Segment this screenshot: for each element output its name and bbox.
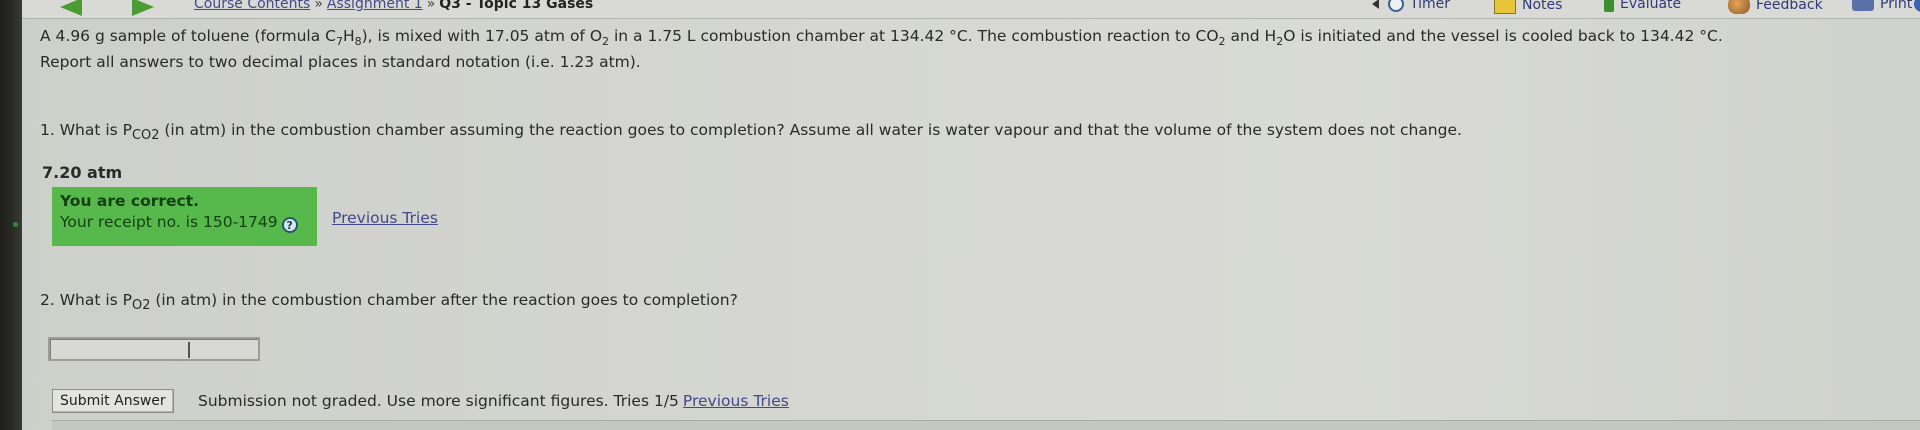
info-button[interactable]: In (1914, 0, 1920, 12)
back-arrow-icon[interactable] (60, 0, 82, 16)
problem-instructions: Report all answers to two decimal places… (40, 53, 641, 72)
submission-status-text: Submission not graded. Use more signific… (198, 392, 609, 410)
correct-feedback-box: You are correct. Your receipt no. is 150… (52, 187, 317, 246)
collapse-triangle-icon[interactable] (1372, 0, 1379, 9)
breadcrumb-course-contents[interactable]: Course Contents (194, 0, 310, 12)
question-text: 1. What is P (40, 121, 133, 139)
question-2-previous-tries-link[interactable]: Previous Tries (683, 392, 789, 410)
text-cursor (188, 342, 190, 358)
evaluate-icon (1604, 0, 1614, 12)
breadcrumb: Course Contents» Assignment 1» Q3 - Topic … (194, 0, 593, 12)
problem-statement: A 4.96 g sample of toluene (formula C7H8… (40, 26, 1900, 72)
question-text: (in atm) in the combustion chamber after… (150, 291, 738, 309)
screen-left-edge (0, 0, 22, 430)
submit-answer-button[interactable]: Submit Answer (52, 389, 174, 413)
printer-icon (1852, 0, 1874, 11)
question-2-answer-input[interactable] (48, 337, 260, 361)
question-1-answer: 7.20 atm (42, 163, 123, 182)
breadcrumb-assignment[interactable]: Assignment 1 (327, 0, 423, 12)
evaluate-button[interactable]: Evaluate (1604, 0, 1681, 12)
feedback-label: Feedback (1756, 0, 1823, 13)
print-button[interactable]: Print (1852, 0, 1912, 12)
breadcrumb-separator: » (314, 0, 323, 12)
question-1-text: 1. What is PCO2 (in atm) in the combusti… (40, 121, 1462, 143)
question-text: (in atm) in the combustion chamber assum… (159, 121, 1462, 139)
clock-icon (1388, 0, 1404, 12)
problem-text: in a 1.75 L combustion chamber at 134.42… (609, 27, 1219, 45)
problem-text: ), is mixed with 17.05 atm of O (361, 27, 603, 45)
next-section-divider (52, 420, 1920, 430)
notes-label: Notes (1522, 0, 1563, 13)
info-icon (1914, 0, 1920, 12)
timer-label: Timer (1410, 0, 1451, 12)
help-icon[interactable]: ? (281, 217, 298, 233)
page: Course Contents» Assignment 1» Q3 - Topic … (0, 0, 1920, 430)
breadcrumb-separator: » (426, 0, 436, 12)
print-label: Print (1880, 0, 1913, 12)
problem-text: and H (1225, 27, 1277, 45)
indicator-dot (13, 222, 18, 227)
question-1-previous-tries-link[interactable]: Previous Tries (332, 209, 438, 227)
problem-text: O is initiated and the vessel is cooled … (1283, 27, 1723, 45)
question-2-text: 2. What is PO2 (in atm) in the combustio… (40, 291, 738, 313)
feedback-button[interactable]: Feedback (1728, 0, 1823, 14)
receipt-text: Your receipt no. is 150-1749 (60, 213, 278, 231)
subscript: 7 (335, 35, 343, 49)
subscript: 2 (602, 35, 610, 49)
subscript: O2 (132, 298, 151, 314)
subscript: CO2 (132, 128, 160, 144)
problem-text: H (342, 27, 355, 45)
subscript: 2 (1218, 35, 1226, 49)
feedback-icon (1728, 0, 1750, 14)
evaluate-label: Evaluate (1620, 0, 1682, 12)
submission-status: Submission not graded. Use more signific… (198, 392, 789, 410)
notes-button[interactable]: Notes (1494, 0, 1562, 14)
notes-icon (1494, 0, 1516, 14)
breadcrumb-current-page: Q3 - Topic 13 Gases (439, 0, 594, 12)
forward-arrow-icon[interactable] (132, 0, 154, 16)
problem-text: A 4.96 g sample of toluene (formula C (40, 27, 336, 45)
question-text: 2. What is P (40, 291, 133, 309)
top-navigation-bar: Course Contents» Assignment 1» Q3 - Topic … (22, 0, 1920, 19)
receipt-line: Your receipt no. is 150-1749? (60, 212, 309, 233)
subscript: 8 (354, 35, 362, 49)
problem-content: A 4.96 g sample of toluene (formula C7H8… (40, 26, 1900, 413)
correct-title: You are correct. (60, 192, 200, 210)
tries-count: Tries 1/5 (613, 392, 679, 410)
timer-button[interactable]: Timer (1388, 0, 1450, 12)
